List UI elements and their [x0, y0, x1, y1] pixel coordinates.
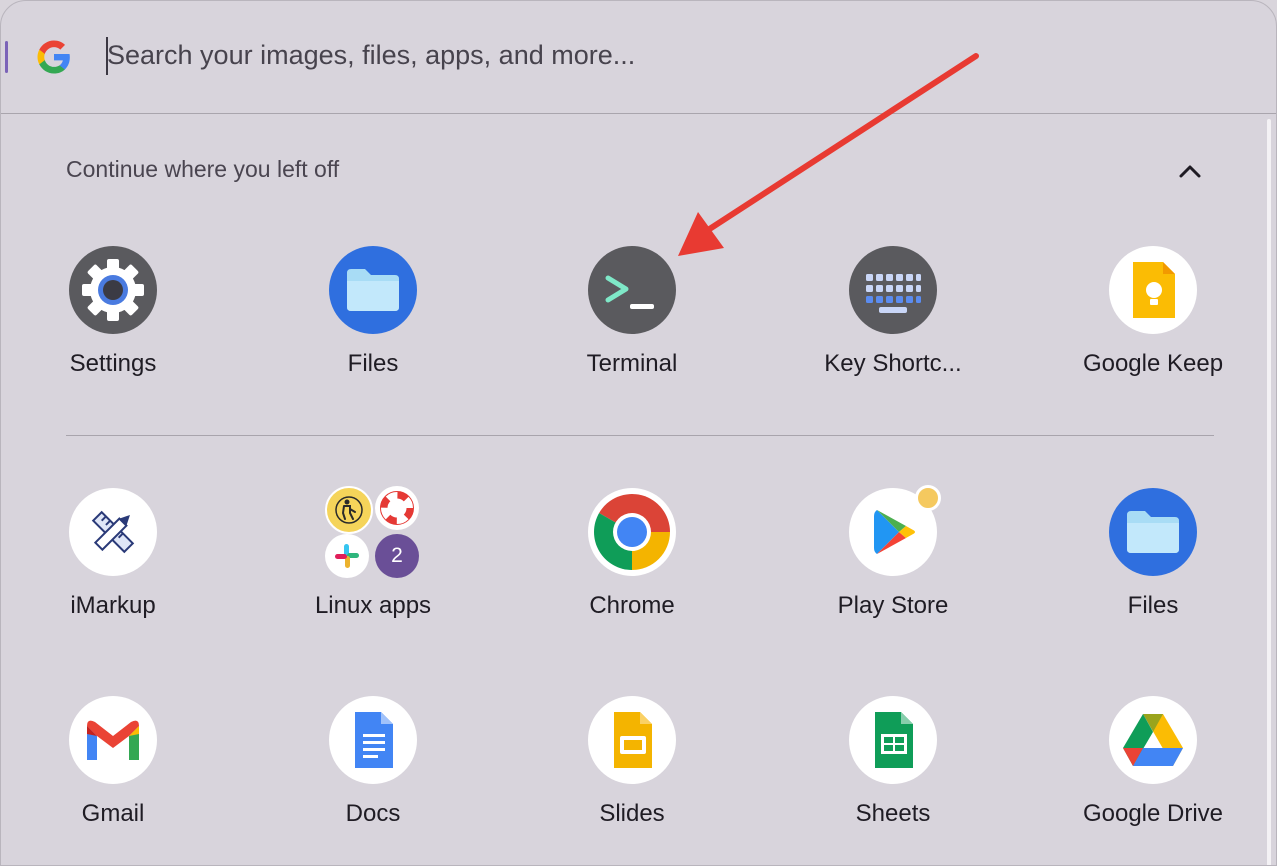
files-icon — [1109, 488, 1197, 576]
app-label: Files — [347, 350, 399, 377]
app-label: Google Keep — [1082, 350, 1224, 377]
app-launcher: Continue where you left off — [0, 0, 1277, 866]
recent-app-settings[interactable]: Settings — [3, 246, 223, 396]
scrollbar[interactable] — [1267, 119, 1271, 865]
terminal-icon — [588, 246, 676, 334]
recent-app-terminal[interactable]: Terminal — [522, 246, 742, 396]
app-label: Linux apps — [314, 592, 432, 619]
app-label: Terminal — [586, 350, 678, 377]
chevron-up-icon — [1179, 165, 1201, 178]
app-imarkup[interactable]: iMarkup — [3, 488, 223, 638]
gmail-icon — [69, 696, 157, 784]
search-bar[interactable] — [1, 1, 1276, 114]
recent-app-files[interactable]: Files — [263, 246, 483, 396]
recent-app-key-shortcuts[interactable]: Key Shortc... — [783, 246, 1003, 396]
files-icon — [329, 246, 417, 334]
more-apps-badge: 2 — [375, 534, 419, 578]
recent-app-google-keep[interactable]: Google Keep — [1043, 246, 1263, 396]
accessibility-icon — [325, 486, 373, 534]
slack-icon — [325, 534, 369, 578]
app-label: Gmail — [81, 800, 145, 827]
app-linux-apps-folder[interactable]: 2 Linux apps — [263, 486, 483, 638]
google-drive-icon — [1109, 696, 1197, 784]
app-docs[interactable]: Docs — [263, 696, 483, 846]
app-google-drive[interactable]: Google Drive — [1043, 696, 1263, 846]
search-input[interactable] — [107, 31, 1007, 79]
app-files[interactable]: Files — [1043, 488, 1263, 638]
slides-icon — [588, 696, 676, 784]
imarkup-icon — [69, 488, 157, 576]
google-g-icon — [37, 40, 70, 74]
app-label: Files — [1127, 592, 1179, 619]
app-gmail[interactable]: Gmail — [3, 696, 223, 846]
app-label: iMarkup — [70, 592, 156, 619]
chrome-icon — [588, 488, 676, 576]
settings-icon — [69, 246, 157, 334]
section-title: Continue where you left off — [66, 156, 340, 182]
app-label: Sheets — [855, 800, 931, 827]
app-label: Chrome — [589, 592, 675, 619]
app-label: Slides — [599, 800, 665, 827]
app-slides[interactable]: Slides — [522, 696, 742, 846]
collapse-button[interactable] — [1169, 151, 1211, 193]
app-sheets[interactable]: Sheets — [783, 696, 1003, 846]
app-label: Play Store — [837, 592, 949, 619]
focus-indicator — [5, 41, 8, 73]
app-label: Settings — [69, 350, 157, 377]
section-divider — [66, 435, 1214, 436]
app-label: Google Drive — [1082, 800, 1224, 827]
sheets-icon — [849, 696, 937, 784]
notification-dot — [915, 485, 941, 511]
app-chrome[interactable]: Chrome — [522, 488, 742, 638]
app-play-store[interactable]: Play Store — [783, 485, 1003, 638]
linux-apps-folder-icon: 2 — [325, 486, 421, 578]
docs-icon — [329, 696, 417, 784]
google-keep-icon — [1109, 246, 1197, 334]
keyboard-shortcuts-icon — [849, 246, 937, 334]
app-label: Key Shortc... — [824, 350, 962, 377]
lifebuoy-icon — [375, 486, 419, 530]
app-label: Docs — [345, 800, 401, 827]
